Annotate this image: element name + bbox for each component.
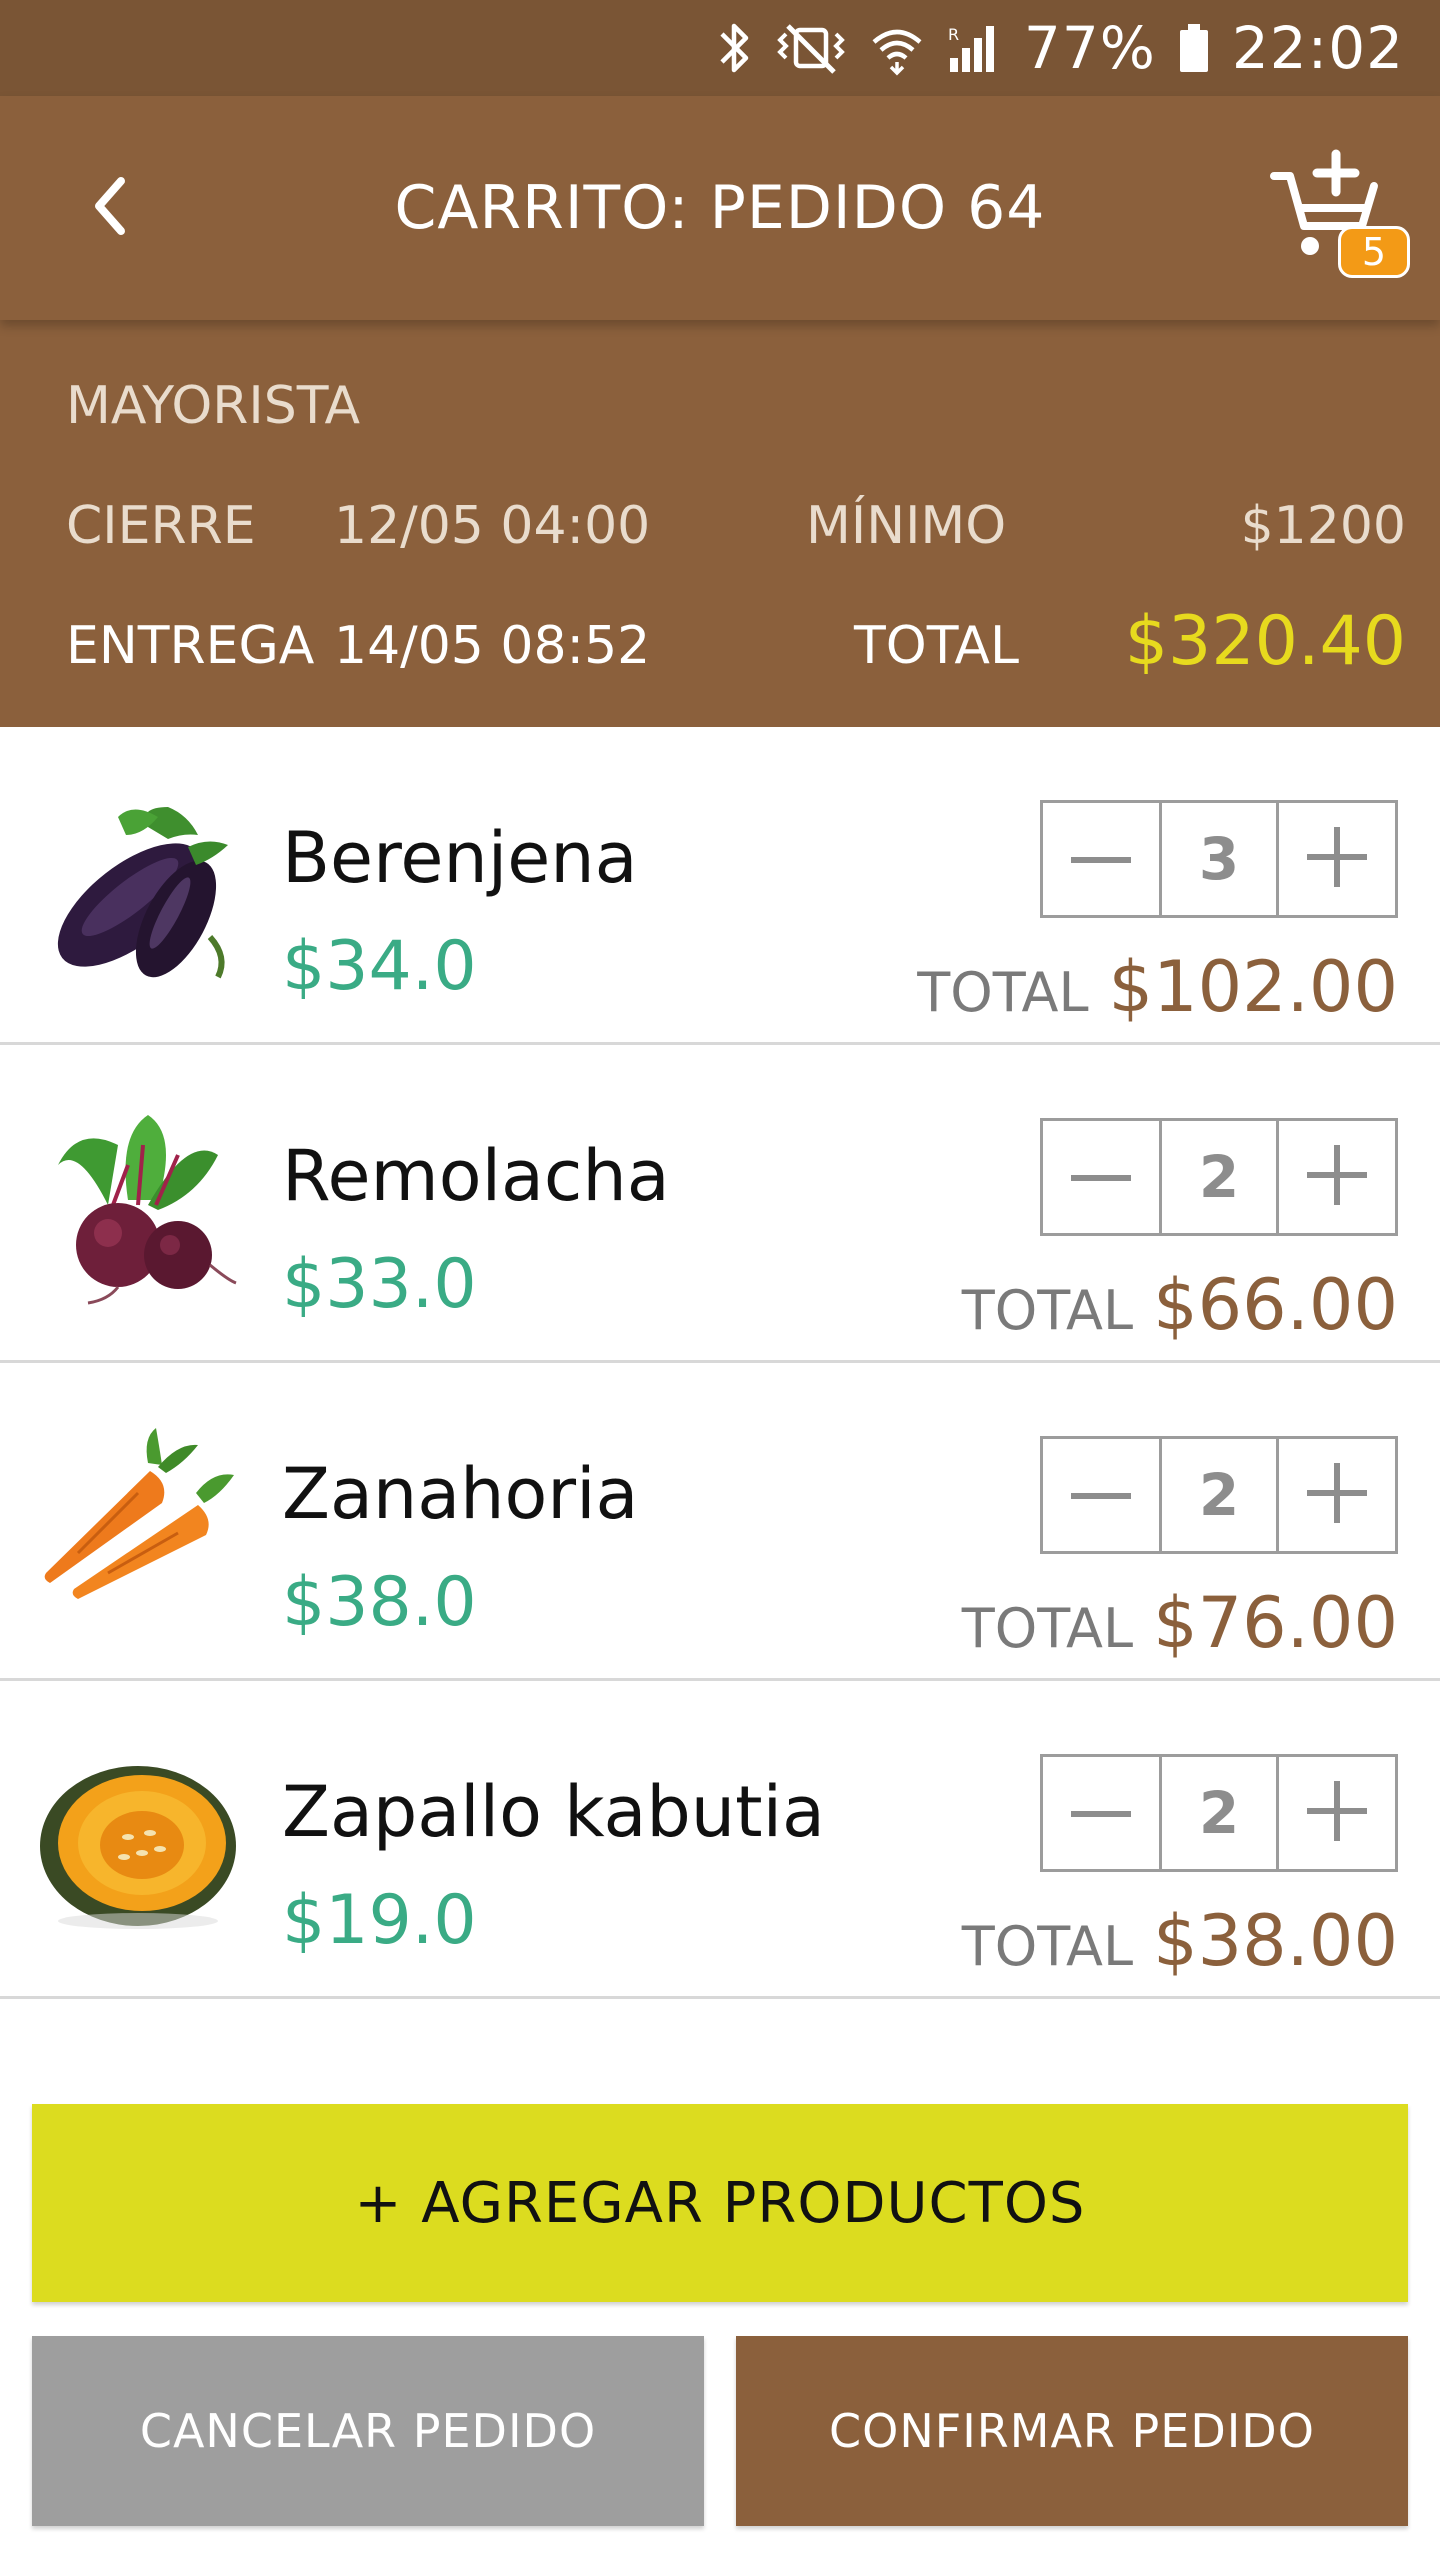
order-total-value: $320.40	[1124, 602, 1406, 681]
quantity-stepper: 2	[1040, 1436, 1398, 1554]
row-total-value: $38.00	[1153, 1900, 1398, 1982]
confirm-order-button[interactable]: CONFIRMAR PEDIDO	[736, 2336, 1408, 2526]
product-price: $34.0	[282, 927, 477, 1006]
order-type: MAYORISTA	[66, 376, 361, 436]
battery-percentage: 77%	[1023, 14, 1156, 82]
decrement-button[interactable]	[1043, 803, 1159, 915]
status-bar: R 77% 22:02	[0, 0, 1440, 96]
add-products-button[interactable]: + AGREGAR PRODUCTOS	[32, 2104, 1408, 2302]
plus-icon	[1306, 827, 1367, 891]
minimum-value: $1200	[1240, 496, 1406, 556]
quantity-stepper: 2	[1040, 1754, 1398, 1872]
row-total-label: TOTAL	[961, 1597, 1134, 1660]
product-name: Berenjena	[282, 817, 638, 899]
increment-button[interactable]	[1279, 1757, 1395, 1869]
page-title: CARRITO: PEDIDO 64	[394, 173, 1046, 243]
row-total: TOTAL $38.00	[962, 1906, 1398, 1976]
minus-icon	[1070, 1168, 1131, 1187]
quantity-value[interactable]: 2	[1158, 1757, 1279, 1869]
row-total-value: $66.00	[1153, 1264, 1398, 1346]
eggplant-image	[38, 787, 238, 987]
decrement-button[interactable]	[1043, 1121, 1159, 1233]
decrement-button[interactable]	[1043, 1757, 1159, 1869]
row-total: TOTAL $102.00	[917, 952, 1398, 1022]
back-button[interactable]	[60, 158, 160, 258]
carrot-image	[38, 1423, 238, 1623]
row-total: TOTAL $76.00	[962, 1588, 1398, 1658]
quantity-value[interactable]: 2	[1158, 1121, 1279, 1233]
product-row: Remolacha $33.0 2 TOTAL $66.00	[0, 1045, 1440, 1363]
row-total-label: TOTAL	[961, 1915, 1134, 1978]
minus-icon	[1070, 850, 1131, 869]
product-name: Zanahoria	[282, 1453, 639, 1535]
minus-icon	[1070, 1804, 1131, 1823]
increment-button[interactable]	[1279, 1121, 1395, 1233]
plus-icon	[1306, 1781, 1367, 1845]
quantity-value[interactable]: 2	[1158, 1439, 1279, 1551]
chevron-left-icon	[85, 171, 135, 245]
product-row: Zanahoria $38.0 2 TOTAL $76.00	[0, 1363, 1440, 1681]
delivery-value: 14/05 08:52	[334, 616, 651, 676]
row-total-value: $102.00	[1108, 946, 1398, 1028]
product-name: Zapallo kabutia	[282, 1771, 825, 1853]
cancel-order-button[interactable]: CANCELAR PEDIDO	[32, 2336, 704, 2526]
signal-icon: R	[946, 20, 1002, 76]
product-price: $19.0	[282, 1881, 477, 1960]
decrement-button[interactable]	[1043, 1439, 1159, 1551]
battery-icon	[1178, 20, 1210, 76]
order-info-panel: MAYORISTA CIERRE 12/05 04:00 MÍNIMO $120…	[0, 320, 1440, 727]
wifi-icon	[870, 20, 924, 76]
cart-count-badge: 5	[1338, 226, 1410, 278]
quantity-value[interactable]: 3	[1158, 803, 1279, 915]
app-bar: CARRITO: PEDIDO 64 5	[0, 96, 1440, 320]
plus-icon	[1306, 1463, 1367, 1527]
row-total: TOTAL $66.00	[962, 1270, 1398, 1340]
product-list: Berenjena $34.0 3 TOTAL $102.00 Remolach…	[0, 727, 1440, 1999]
close-value: 12/05 04:00	[334, 496, 651, 556]
delivery-label: ENTREGA	[66, 616, 315, 676]
cart-button[interactable]: 5	[1270, 146, 1420, 278]
vibrate-icon	[774, 20, 848, 76]
minus-icon	[1070, 1486, 1131, 1505]
total-label: TOTAL	[854, 616, 1019, 676]
product-name: Remolacha	[282, 1135, 670, 1217]
product-price: $33.0	[282, 1245, 477, 1324]
beet-image	[38, 1105, 238, 1305]
product-row: Berenjena $34.0 3 TOTAL $102.00	[0, 727, 1440, 1045]
plus-icon	[1306, 1145, 1367, 1209]
status-time: 22:02	[1231, 14, 1404, 82]
svg-text:R: R	[948, 25, 959, 44]
row-total-value: $76.00	[1153, 1582, 1398, 1664]
row-total-label: TOTAL	[961, 1279, 1134, 1342]
pumpkin-image	[38, 1741, 238, 1941]
increment-button[interactable]	[1279, 803, 1395, 915]
product-price: $38.0	[282, 1563, 477, 1642]
increment-button[interactable]	[1279, 1439, 1395, 1551]
quantity-stepper: 2	[1040, 1118, 1398, 1236]
minimum-label: MÍNIMO	[806, 496, 1007, 556]
close-label: CIERRE	[66, 496, 256, 556]
row-total-label: TOTAL	[917, 961, 1089, 1024]
quantity-stepper: 3	[1040, 800, 1398, 918]
bluetooth-icon	[718, 20, 752, 76]
product-row: Zapallo kabutia $19.0 2 TOTAL $38.00	[0, 1681, 1440, 1999]
